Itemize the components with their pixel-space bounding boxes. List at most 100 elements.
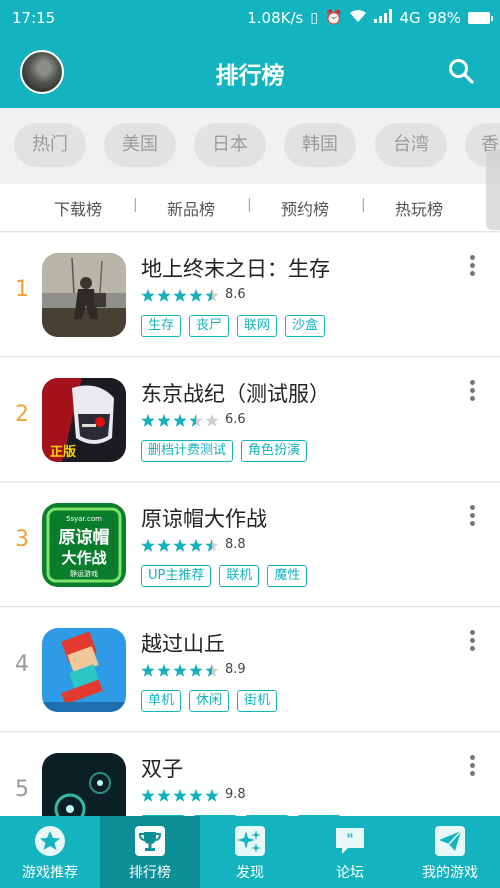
star-filled: [173, 289, 187, 302]
app-tag[interactable]: 休闲: [189, 690, 230, 712]
list-item[interactable]: 1 地上终末之日：生存 8.6 生存 丧尸 联网 沙盒: [0, 233, 500, 357]
tab-hot-play[interactable]: 热玩榜: [395, 196, 443, 220]
star-filled: [157, 664, 171, 677]
app-icon[interactable]: 5syar.com 原谅帽 大作战 静运游戏: [42, 503, 126, 587]
chat-icon: ": [336, 828, 364, 854]
list-item[interactable]: 4 越过山丘 8.9 单机 休闲 街机: [0, 608, 500, 732]
app-tag[interactable]: UP主推荐: [141, 565, 212, 587]
more-options-icon[interactable]: [468, 505, 476, 529]
app-icon[interactable]: [42, 253, 126, 337]
network-type: 4G: [399, 9, 421, 27]
nav-label: 排行榜: [129, 865, 171, 881]
nav-game-recommend[interactable]: 游戏推荐: [0, 816, 100, 888]
nav-discover[interactable]: 发现: [200, 816, 300, 888]
region-tabs: 热门 美国 日本 韩国 台湾 香: [0, 108, 500, 184]
tab-download[interactable]: 下载榜: [54, 196, 102, 220]
star-filled: [189, 539, 203, 552]
star-filled: [157, 289, 171, 302]
star-filled: [141, 289, 155, 302]
tag-list: 生存 丧尸 联网 沙盒: [141, 315, 326, 337]
network-speed: 1.08K/s: [247, 9, 304, 27]
app-tag[interactable]: 魔性: [267, 565, 308, 587]
nav-forum[interactable]: " 论坛: [300, 816, 400, 888]
bottom-navigation: 游戏推荐 排行榜 发现 " 论坛 我的游戏: [0, 816, 500, 888]
app-tag[interactable]: 街机: [237, 690, 278, 712]
nav-label: 论坛: [336, 865, 364, 881]
app-tag[interactable]: 单机: [141, 690, 182, 712]
battery-percent: 98%: [427, 9, 461, 27]
rating-score: 8.8: [225, 537, 246, 552]
star-filled: [141, 414, 155, 427]
more-options-icon[interactable]: [468, 380, 476, 404]
app-tag[interactable]: 联机: [219, 565, 260, 587]
region-tab-us[interactable]: 美国: [104, 123, 176, 167]
tab-divider: |: [361, 197, 366, 213]
app-icon-text: 大作战: [61, 549, 106, 567]
star-rating: [141, 789, 219, 802]
region-tab-taiwan[interactable]: 台湾: [375, 123, 447, 167]
rating-score: 8.9: [225, 662, 246, 677]
tab-new[interactable]: 新品榜: [167, 196, 215, 220]
app-name: 地上终末之日：生存: [141, 257, 330, 281]
nav-my-games[interactable]: 我的游戏: [400, 816, 500, 888]
svg-text:": ": [346, 832, 353, 848]
tag-list: 删档计费测试 角色扮演: [141, 440, 308, 462]
nav-ranking[interactable]: 排行榜: [100, 816, 200, 888]
app-tag[interactable]: 沙盒: [285, 315, 326, 337]
star-filled: [141, 789, 155, 802]
more-options-icon[interactable]: [468, 255, 476, 279]
star-filled: [141, 664, 155, 677]
star-rating: [141, 414, 219, 427]
wifi-icon: [349, 9, 367, 27]
app-tag[interactable]: 角色扮演: [241, 440, 308, 462]
star-filled: [189, 789, 203, 802]
region-tab-japan[interactable]: 日本: [194, 123, 266, 167]
app-tag[interactable]: 生存: [141, 315, 182, 337]
tab-divider: |: [247, 197, 252, 213]
region-tab-hot[interactable]: 热门: [14, 123, 86, 167]
battery-icon: [468, 12, 493, 24]
rank-number: 3: [15, 527, 29, 552]
app-name: 东京战纪（测试服）: [141, 382, 330, 406]
star-rating: [141, 539, 219, 552]
star-filled: [205, 789, 219, 802]
star-filled: [173, 539, 187, 552]
search-icon[interactable]: [448, 58, 474, 84]
tab-divider: |: [133, 197, 138, 213]
star-rating: [141, 664, 219, 677]
page-title: 排行榜: [215, 63, 285, 89]
scrollbar[interactable]: [486, 150, 500, 230]
app-tag[interactable]: 删档计费测试: [141, 440, 234, 462]
star-empty: [205, 414, 219, 427]
app-icon-text: 静运游戏: [70, 569, 98, 578]
rank-number: 2: [15, 402, 29, 427]
app-icon-text: 5syar.com: [66, 515, 102, 523]
app-name: 越过山丘: [141, 632, 225, 656]
signal-icon: [374, 9, 393, 27]
list-item[interactable]: 2 正版 东京战纪（测试服） 6.6 删档计费测试 角色扮演: [0, 358, 500, 482]
status-bar: 17:15 1.08K/s ▯ ⏰ 4G 98%: [0, 0, 500, 36]
app-tag[interactable]: 联网: [237, 315, 278, 337]
more-options-icon[interactable]: [468, 755, 476, 779]
more-options-icon[interactable]: [468, 630, 476, 654]
star-filled: [141, 539, 155, 552]
app-name: 原谅帽大作战: [141, 507, 267, 531]
rating-score: 9.8: [225, 787, 246, 802]
app-icon-text: 原谅帽: [59, 527, 110, 548]
nav-label: 游戏推荐: [22, 865, 78, 881]
star-filled: [173, 414, 187, 427]
tag-list: 单机 休闲 街机: [141, 690, 278, 712]
star-filled: [173, 789, 187, 802]
tab-preorder[interactable]: 预约榜: [281, 196, 329, 220]
list-item[interactable]: 3 5syar.com 原谅帽 大作战 静运游戏 原谅帽大作战 8.8 UP主推…: [0, 483, 500, 607]
region-tab-korea[interactable]: 韩国: [284, 123, 356, 167]
star-filled: [157, 414, 171, 427]
app-tag[interactable]: 丧尸: [189, 315, 230, 337]
rank-number: 4: [15, 652, 29, 677]
app-name: 双子: [141, 757, 183, 781]
paper-plane-icon: [435, 826, 465, 856]
app-icon[interactable]: [42, 628, 126, 712]
star-icon: [35, 826, 65, 856]
app-icon[interactable]: 正版: [42, 378, 126, 462]
sparkle-icon: [235, 826, 265, 856]
